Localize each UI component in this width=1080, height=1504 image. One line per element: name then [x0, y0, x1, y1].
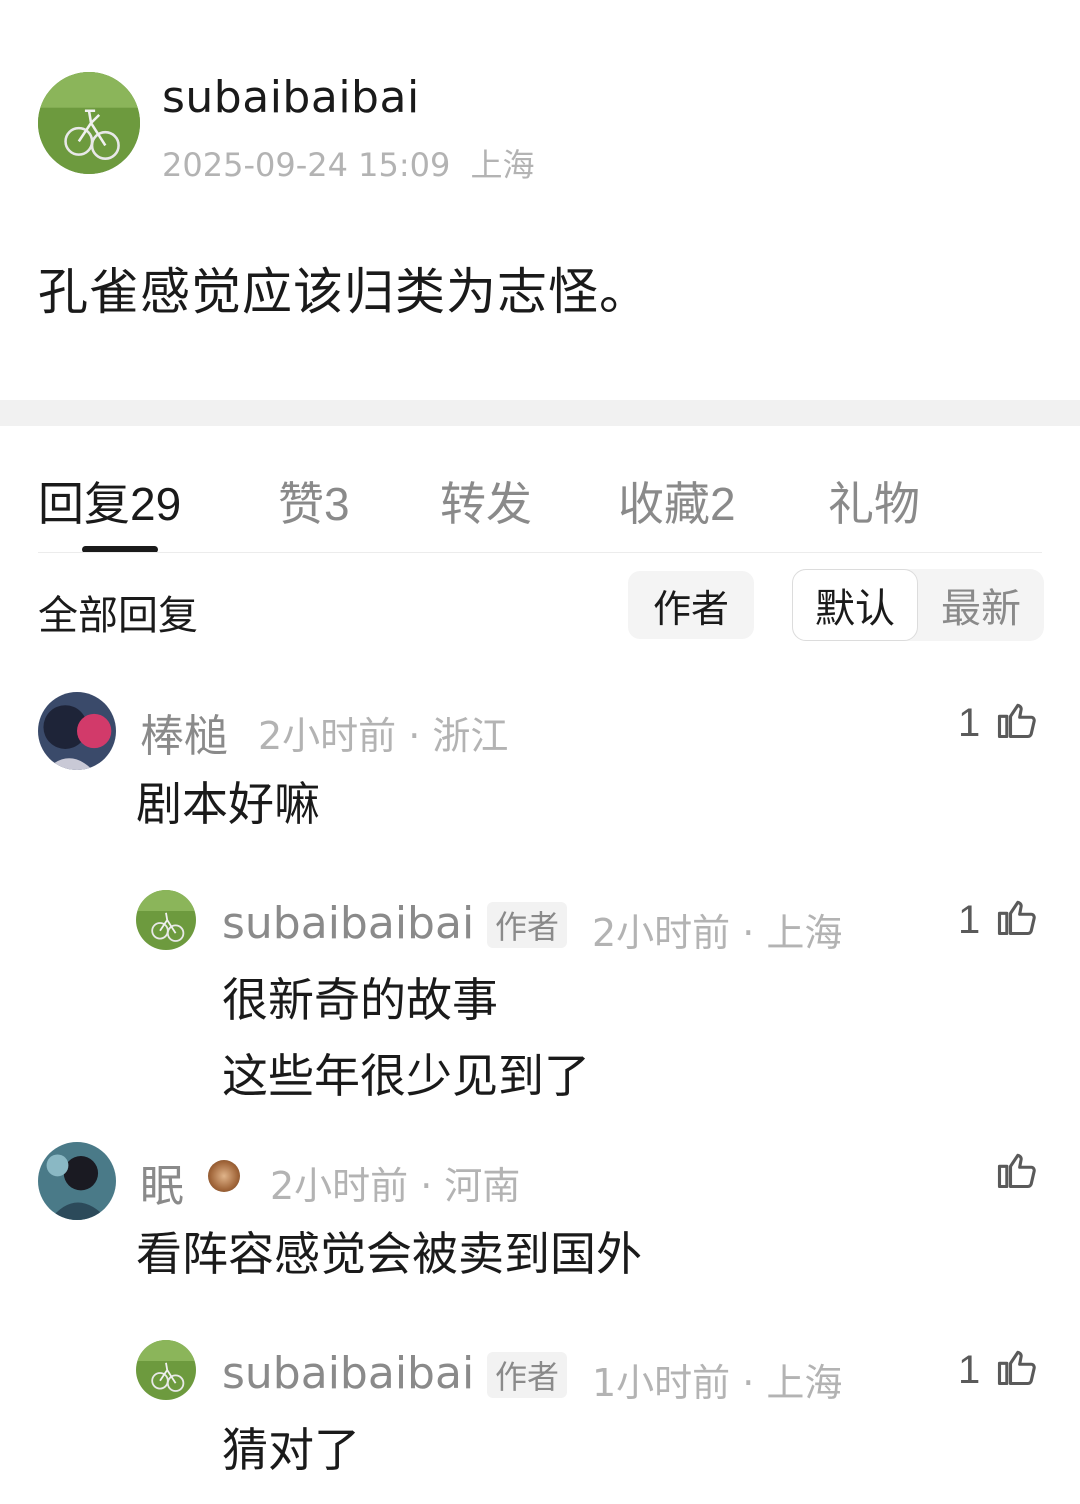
section-divider [0, 400, 1080, 426]
tab-likes-count: 3 [324, 478, 350, 530]
comment-avatar[interactable] [38, 1142, 116, 1220]
sort-latest-button[interactable]: 最新 [918, 569, 1044, 641]
reply-meta: 1小时前 · 上海 [592, 1361, 843, 1405]
sort-toggle: 默认 最新 [792, 569, 1044, 641]
like-count: 1 [958, 1348, 981, 1392]
tab-gifts-label: 礼物 [828, 477, 920, 531]
tab-gifts[interactable]: 礼物 [828, 468, 920, 534]
like-count: 1 [958, 898, 981, 942]
comment-meta: 2小时前 · 浙江 [258, 714, 509, 758]
tab-reposts[interactable]: 转发 [440, 468, 532, 534]
reply-meta: 2小时前 · 上海 [592, 911, 843, 955]
post-timestamp: 2025-09-24 15:09 [162, 146, 451, 184]
post-content: 孔雀感觉应该归类为志怪。 [38, 263, 650, 321]
comment-username[interactable]: 棒槌 [140, 700, 228, 764]
author-badge: 作者 [487, 1352, 568, 1398]
sort-default-button[interactable]: 默认 [792, 569, 918, 641]
tab-favorites-label: 收藏 [618, 477, 710, 531]
reply-text-line: 猜对了 [222, 1423, 360, 1477]
post-author-avatar[interactable] [38, 72, 140, 174]
comment-username[interactable]: 眠 [140, 1150, 184, 1214]
tab-likes-label: 赞 [278, 477, 324, 531]
reply-avatar[interactable] [136, 1340, 196, 1400]
post-username[interactable]: subaibaibai [162, 72, 420, 123]
reply-username[interactable]: subaibaibai [222, 1348, 474, 1399]
comment-avatar[interactable] [38, 692, 116, 770]
reply-avatar[interactable] [136, 890, 196, 950]
tab-likes[interactable]: 赞3 [278, 468, 350, 534]
reply-text-line: 这些年很少见到了 [222, 1049, 590, 1103]
post-meta: 2025-09-24 15:09 上海 [162, 140, 535, 186]
comment-text: 看阵容感觉会被卖到国外 [136, 1227, 642, 1281]
thumbs-up-icon[interactable] [994, 895, 1038, 939]
tab-bar: 回复29 赞3 转发 收藏2 礼物 [38, 468, 1042, 531]
tab-favorites-count: 2 [710, 478, 736, 530]
reply-text-line: 很新奇的故事 [222, 973, 498, 1027]
tab-replies-label: 回复 [38, 477, 130, 531]
tabs-divider [38, 552, 1042, 553]
thumbs-up-icon[interactable] [994, 698, 1038, 742]
like-count: 1 [958, 701, 981, 745]
tab-replies-count: 29 [130, 478, 182, 530]
all-replies-title: 全部回复 [38, 593, 198, 639]
thumbs-up-icon[interactable] [994, 1148, 1038, 1192]
author-badge: 作者 [487, 902, 568, 948]
tab-favorites[interactable]: 收藏2 [618, 468, 736, 534]
tab-reposts-label: 转发 [440, 477, 532, 531]
post-location: 上海 [470, 146, 535, 184]
medal-icon [208, 1160, 240, 1192]
tab-replies[interactable]: 回复29 [38, 468, 181, 534]
reply-username[interactable]: subaibaibai [222, 898, 474, 949]
thumbs-up-icon[interactable] [994, 1345, 1038, 1389]
comment-meta: 2小时前 · 河南 [270, 1164, 521, 1208]
comment-text: 剧本好嘛 [136, 777, 320, 831]
author-filter-button[interactable]: 作者 [628, 571, 754, 639]
